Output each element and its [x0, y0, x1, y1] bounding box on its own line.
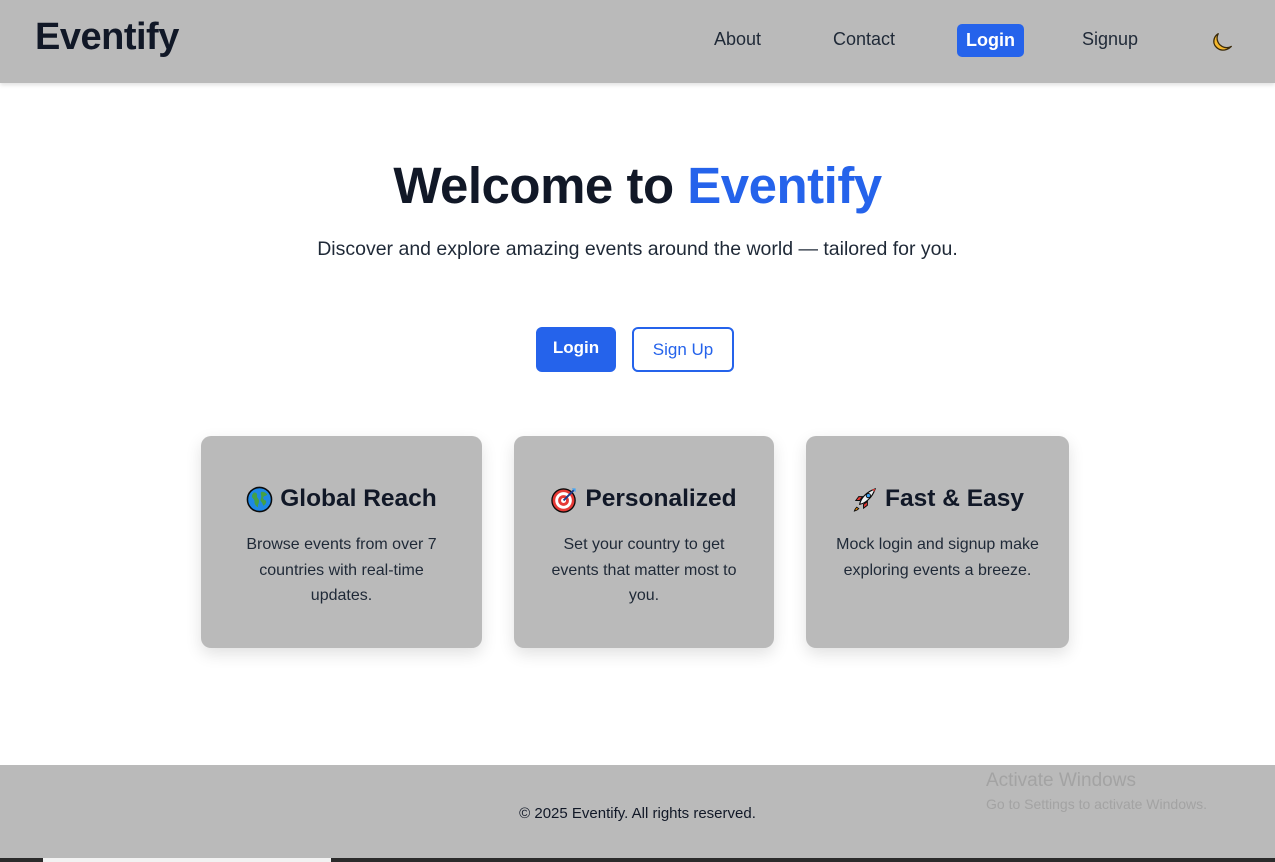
hero-subtitle: Discover and explore amazing events arou… — [317, 238, 958, 260]
theme-toggle-button[interactable] — [1207, 28, 1235, 56]
feature-card-personalized: Personalized Set your country to get eve… — [514, 436, 774, 648]
nav-login-button[interactable]: Login — [957, 24, 1024, 57]
hero-title-prefix: Welcome to — [393, 157, 674, 214]
taskbar-segment — [43, 858, 331, 862]
feature-card-global-reach: Global Reach Browse events from over 7 c… — [201, 436, 482, 648]
hero-login-button[interactable]: Login — [536, 327, 616, 372]
feature-card-text: Mock login and signup make exploring eve… — [836, 536, 1039, 579]
moon-icon — [1213, 33, 1232, 51]
feature-card-text: Set your country to get events that matt… — [551, 536, 737, 604]
taskbar-edge — [0, 858, 1275, 862]
feature-card-title: Fast & Easy — [885, 485, 1024, 512]
feature-card-header: Fast & Easy — [806, 485, 1069, 513]
feature-card-title: Personalized — [585, 485, 737, 512]
windows-watermark-title: Activate Windows — [986, 770, 1136, 791]
target-icon — [551, 487, 577, 513]
feature-card-header: Personalized — [514, 485, 774, 513]
nav-link-about[interactable]: About — [714, 29, 761, 50]
navbar: Eventify About Contact Login Signup — [0, 0, 1275, 83]
feature-card-fast-easy: Fast & Easy Mock login and signup make e… — [806, 436, 1069, 648]
globe-icon — [246, 486, 273, 512]
hero-title: Welcome to Eventify — [0, 156, 1275, 215]
windows-watermark-subtitle: Go to Settings to activate Windows. — [986, 796, 1207, 812]
brand-logo[interactable]: Eventify — [35, 16, 179, 59]
hero-signup-button[interactable]: Sign Up — [632, 327, 734, 372]
feature-card-header: Global Reach — [201, 485, 482, 513]
nav-link-signup[interactable]: Signup — [1082, 29, 1138, 50]
rocket-icon — [853, 487, 877, 512]
feature-card-text: Browse events from over 7 countries with… — [246, 536, 437, 604]
footer: © 2025 Eventify. All rights reserved. Ac… — [0, 765, 1275, 862]
hero-title-accent: Eventify — [687, 157, 882, 214]
feature-card-title: Global Reach — [280, 485, 437, 512]
nav-link-contact[interactable]: Contact — [833, 29, 895, 50]
